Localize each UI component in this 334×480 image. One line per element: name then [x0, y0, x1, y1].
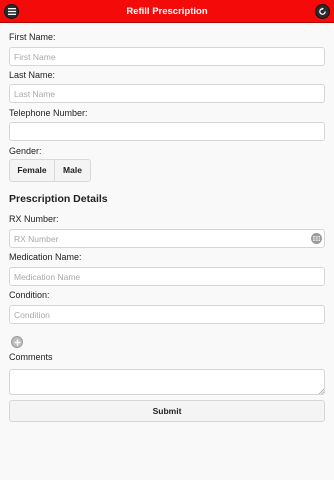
- last-name-input[interactable]: [9, 84, 325, 103]
- first-name-label: First Name:: [9, 32, 56, 42]
- page-title: Refill Prescription: [126, 6, 208, 17]
- barcode-scan-icon[interactable]: [311, 233, 322, 244]
- gender-option-female[interactable]: Female: [9, 159, 55, 182]
- comments-label: Comments: [9, 352, 53, 362]
- header-bar: Refill Prescription: [0, 0, 334, 23]
- condition-input[interactable]: [9, 305, 325, 324]
- hamburger-menu-icon: [7, 8, 16, 15]
- first-name-input[interactable]: [9, 47, 325, 66]
- refresh-icon: [319, 7, 326, 15]
- rx-number-label: RX Number:: [9, 214, 59, 224]
- gender-label: Gender:: [9, 146, 42, 156]
- gender-option-male[interactable]: Male: [54, 159, 91, 182]
- medication-name-input[interactable]: [9, 267, 325, 286]
- add-circle-icon: [14, 339, 20, 345]
- resize-grip-icon[interactable]: [318, 388, 324, 394]
- refresh-button[interactable]: [315, 4, 330, 19]
- comments-textarea[interactable]: [9, 369, 325, 395]
- section-title-prescription-details: Prescription Details: [9, 193, 108, 205]
- medication-name-label: Medication Name:: [9, 252, 82, 262]
- telephone-input[interactable]: [9, 122, 325, 141]
- condition-label: Condition:: [9, 290, 50, 300]
- add-medication-button[interactable]: [11, 336, 23, 348]
- last-name-label: Last Name:: [9, 70, 56, 80]
- menu-button[interactable]: [4, 4, 19, 19]
- telephone-label: Telephone Number:: [9, 108, 88, 118]
- submit-button[interactable]: Submit: [9, 400, 325, 422]
- rx-number-input[interactable]: [9, 229, 325, 248]
